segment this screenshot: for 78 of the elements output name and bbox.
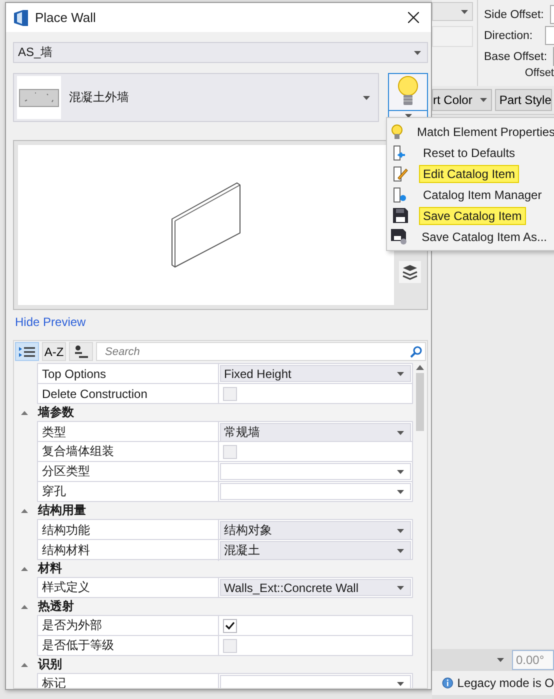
group-header: 材料 [38,560,62,577]
document-pencil-icon [392,166,408,182]
collapse-icon[interactable] [21,508,28,512]
property-label: 是否低于等级 [38,636,219,655]
floppy-disk-gear-icon [391,228,408,244]
caret-icon [480,98,488,102]
property-label: 样式定义 [38,578,219,597]
property-label: 分区类型 [38,462,219,481]
collapse-icon[interactable] [21,604,28,608]
filter-button[interactable] [69,342,93,361]
group-header: 墙参数 [38,404,74,421]
property-label: 是否为外部 [38,616,219,635]
dropdown-field[interactable]: 常规墙 [220,423,411,442]
search-field[interactable]: Search [96,342,426,361]
dropdown-field[interactable]: Part Style [495,89,552,111]
document-arrow-icon [392,144,408,160]
checkbox[interactable] [223,444,237,458]
catalog-type-dropdown[interactable]: AS_墙 [13,42,428,63]
caret-icon [397,586,404,590]
collapse-icon[interactable] [21,566,28,570]
person-icon [74,344,88,358]
menu-item[interactable]: Reset to Defaults [387,142,554,163]
caret-icon [414,50,421,54]
catalog-item-dropdown[interactable]: 混凝土外墙 [13,73,379,122]
property-label: 结构材料 [38,540,219,561]
dropdown-field[interactable]: rt Color [432,89,492,111]
caret-icon [497,658,504,662]
window-title: Place Wall [35,10,97,25]
caret-icon [397,372,404,376]
property-label: 复合墙体组装 [38,442,219,461]
group-header: 热透射 [38,598,74,615]
input-field[interactable] [545,26,554,45]
concrete-swatch-icon [19,88,59,106]
field-label: Side Offset: [484,8,544,20]
caret-icon [397,682,404,686]
dropdown-field[interactable]: Walls_Ext::Concrete Wall [220,579,411,596]
group-header: 结构用量 [38,502,86,519]
caret-icon [397,490,404,494]
categorize-button[interactable] [15,342,39,361]
group-header: 识别 [38,656,62,673]
dropdown-field[interactable] [220,675,411,688]
checkbox[interactable] [223,638,237,652]
status-message: Legacy mode is O [457,676,554,690]
dropdown-field[interactable]: 混凝土 [220,541,411,560]
search-icon[interactable] [410,346,422,358]
list-icon [19,346,35,356]
menu-item[interactable]: Catalog Item Manager [387,184,554,205]
checkbox[interactable] [223,618,237,632]
caret-icon [397,430,404,434]
section-label: Offset [524,67,554,79]
input-field[interactable] [550,5,554,24]
menu-item[interactable]: Save Catalog Item As... [387,226,554,247]
property-label: 穿孔 [38,482,219,501]
hide-preview-link[interactable]: Hide Preview [15,315,86,329]
caret-icon [397,548,404,552]
scroll-up-icon[interactable] [416,365,424,370]
checkbox[interactable] [223,386,237,400]
collapse-icon[interactable] [21,662,28,666]
document-gear-icon [392,186,408,202]
collapse-icon[interactable] [21,410,28,414]
layers-icon[interactable] [399,261,421,283]
app-icon [14,10,28,26]
caret-icon [363,96,370,100]
caret-icon [461,10,468,14]
dropdown-field[interactable]: Fixed Height [220,365,411,382]
property-label: Delete Construction [38,384,219,403]
dropdown-field[interactable] [220,463,411,480]
dropdown-field[interactable] [220,483,411,500]
caret-icon [397,528,404,532]
field-label: Base Offset: [484,50,548,62]
scroll-thumb[interactable] [416,373,424,431]
caret-icon [397,470,404,474]
dropdown-field[interactable] [432,2,473,21]
property-label: Top Options [38,364,219,383]
light-bulb-icon [391,124,403,140]
field-label: Direction: [484,30,534,42]
dropdown-field[interactable]: 结构对象 [220,521,411,540]
sort-button[interactable]: A-Z [42,342,66,361]
